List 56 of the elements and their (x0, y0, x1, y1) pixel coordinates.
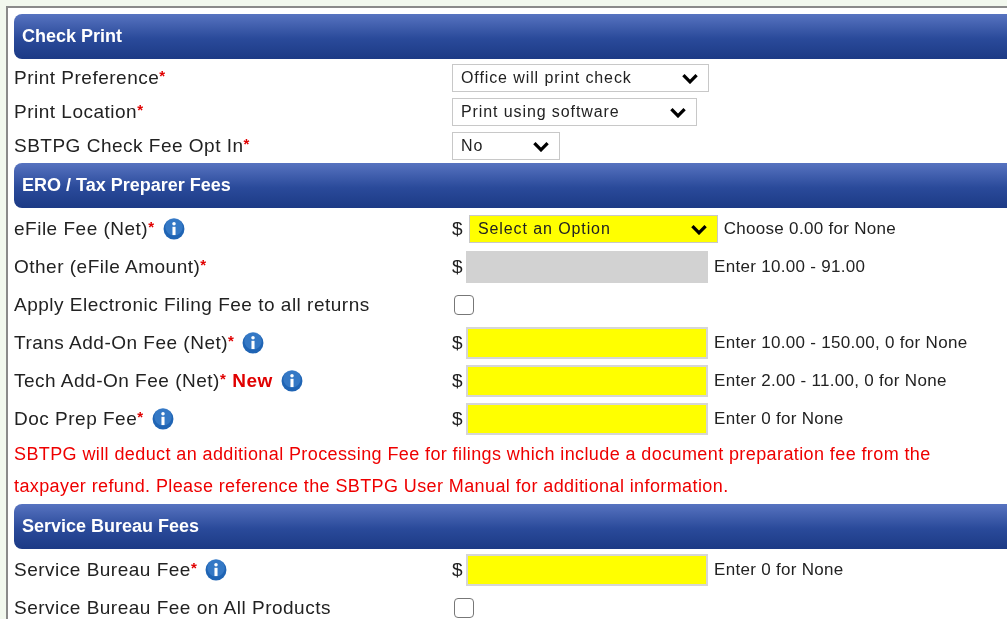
field-label: Trans Add-On Fee (Net) (14, 332, 229, 354)
field-label: Tech Add-On Fee (Net) (14, 370, 220, 392)
checkbox[interactable] (454, 295, 474, 315)
chevron-down-icon (690, 223, 707, 235)
required-mark: * (159, 67, 166, 84)
required-mark: * (200, 256, 207, 273)
dropdown[interactable]: No (452, 132, 561, 160)
field-label: Print Location (14, 101, 138, 123)
currency-sign: $ (452, 370, 465, 392)
required-mark: * (219, 370, 227, 387)
currency-sign: $ (452, 559, 465, 581)
required-mark: * (228, 332, 235, 349)
notice-text: SBTPG will deduct an additional Processing Fee for filings which include a document preparation fee from the taxpayer refund. Please reference the SBTPG User Manual for additional information. (14, 443, 932, 498)
currency-sign: $ (452, 408, 465, 430)
field-label: Other (eFile Amount) (14, 256, 201, 278)
section-header: Check Print (14, 14, 1007, 59)
section-header: Service Bureau Fees (14, 504, 1007, 549)
amount-field[interactable] (466, 365, 708, 397)
field-label: Doc Prep Fee (14, 408, 138, 430)
required-mark: * (190, 559, 198, 576)
dropdown[interactable]: Select an Option (469, 215, 718, 243)
currency-sign: $ (452, 332, 465, 354)
currency-sign: $ (452, 256, 465, 278)
amount-field[interactable] (466, 327, 708, 359)
info-icon[interactable] (242, 332, 265, 354)
hint-text: Enter 10.00 - 91.00 (714, 257, 866, 277)
info-icon[interactable] (205, 559, 228, 581)
section-header: ERO / Tax Preparer Fees (14, 163, 1007, 208)
chevron-down-icon (533, 140, 550, 152)
dropdown[interactable]: Office will print check (452, 64, 709, 92)
hint-text: Enter 2.00 - 11.00, 0 for None (714, 371, 947, 391)
checkbox[interactable] (454, 598, 474, 618)
chevron-down-icon (681, 72, 698, 84)
required-mark: * (137, 101, 144, 118)
chevron-down-icon (669, 106, 686, 118)
info-icon[interactable] (151, 408, 174, 430)
required-mark: * (148, 218, 155, 235)
required-mark: * (243, 135, 250, 152)
hint-text: Enter 10.00 - 150.00, 0 for None (714, 333, 968, 353)
hint-text: Enter 0 for None (714, 560, 844, 580)
dropdown[interactable]: Print using software (452, 98, 697, 126)
currency-sign: $ (452, 218, 465, 240)
amount-field[interactable] (466, 403, 708, 435)
field-label: eFile Fee (Net) (14, 218, 149, 240)
field-label: Apply Electronic Filing Fee to all returns (14, 294, 370, 316)
info-icon[interactable] (162, 218, 185, 240)
field-label: Service Bureau Fee on All Products (14, 597, 331, 619)
new-label: New (232, 370, 273, 392)
hint-text: Choose 0.00 for None (723, 219, 897, 239)
field-label: Service Bureau Fee (14, 559, 191, 581)
hint-text: Enter 0 for None (714, 409, 844, 429)
field-label: Print Preference (14, 67, 160, 89)
info-icon[interactable] (280, 370, 303, 392)
amount-field[interactable] (466, 554, 708, 586)
required-mark: * (137, 408, 144, 425)
field-label: SBTPG Check Fee Opt In (14, 135, 244, 157)
